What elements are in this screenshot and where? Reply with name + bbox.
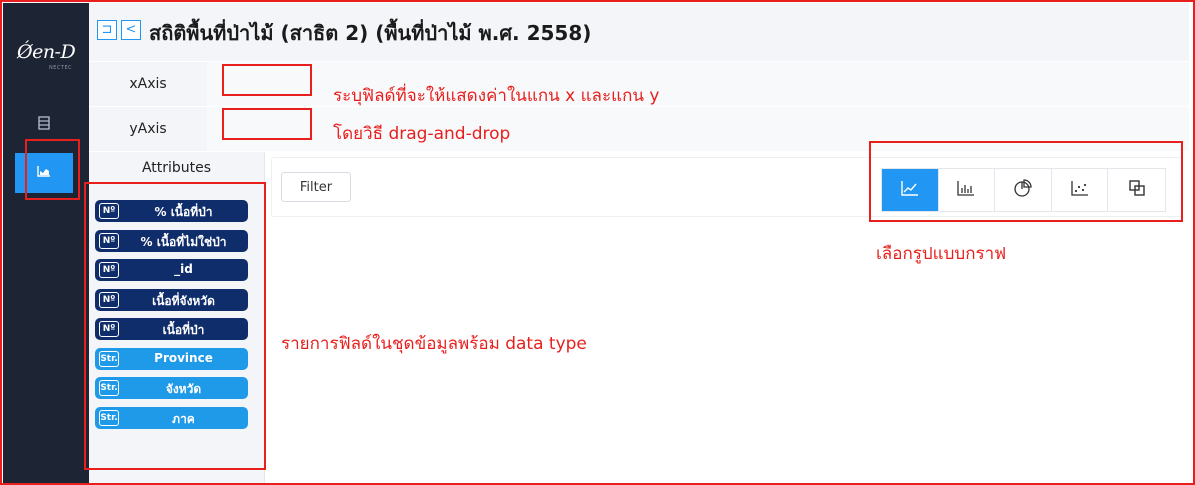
share-icon: <	[125, 22, 137, 37]
annotation-chart-type-note: เลือกรูปแบบกราฟ	[876, 244, 1007, 264]
back-icon: ⊐	[101, 22, 113, 37]
annotation-axis-note: ระบุฟิลด์ที่จะให้แสดงค่าในแกน x และแกน y	[333, 86, 660, 106]
annotation-drag-note: โดยวิธี drag-and-drop	[333, 124, 511, 144]
logo-subtitle: NECTEC	[49, 65, 73, 71]
back-button[interactable]: ⊐	[97, 20, 117, 40]
annotation-box-attributes	[84, 182, 266, 470]
table-icon	[38, 116, 50, 134]
sidebar: Ǿen-D NECTEC	[3, 3, 89, 483]
filter-button[interactable]: Filter	[281, 172, 351, 202]
share-button[interactable]: <	[121, 20, 141, 40]
yaxis-label: yAxis	[89, 107, 207, 151]
xaxis-label: xAxis	[89, 62, 207, 106]
annotation-box-yaxis	[222, 108, 312, 140]
attributes-title: Attributes	[141, 160, 212, 176]
app-logo: Ǿen-D	[17, 41, 76, 63]
annotation-fields-note: รายการฟิลด์ในชุดข้อมูลพร้อม data type	[281, 334, 587, 354]
title-bar: ⊐ < สถิติพื้นที่ป่าไม้ (สาธิต 2) (พื้นที…	[89, 3, 1189, 61]
page-title: สถิติพื้นที่ป่าไม้ (สาธิต 2) (พื้นที่ป่า…	[149, 21, 592, 45]
annotation-box-chart-nav	[25, 139, 80, 200]
annotation-box-chart-types	[869, 141, 1183, 222]
annotation-box-xaxis	[222, 64, 312, 96]
